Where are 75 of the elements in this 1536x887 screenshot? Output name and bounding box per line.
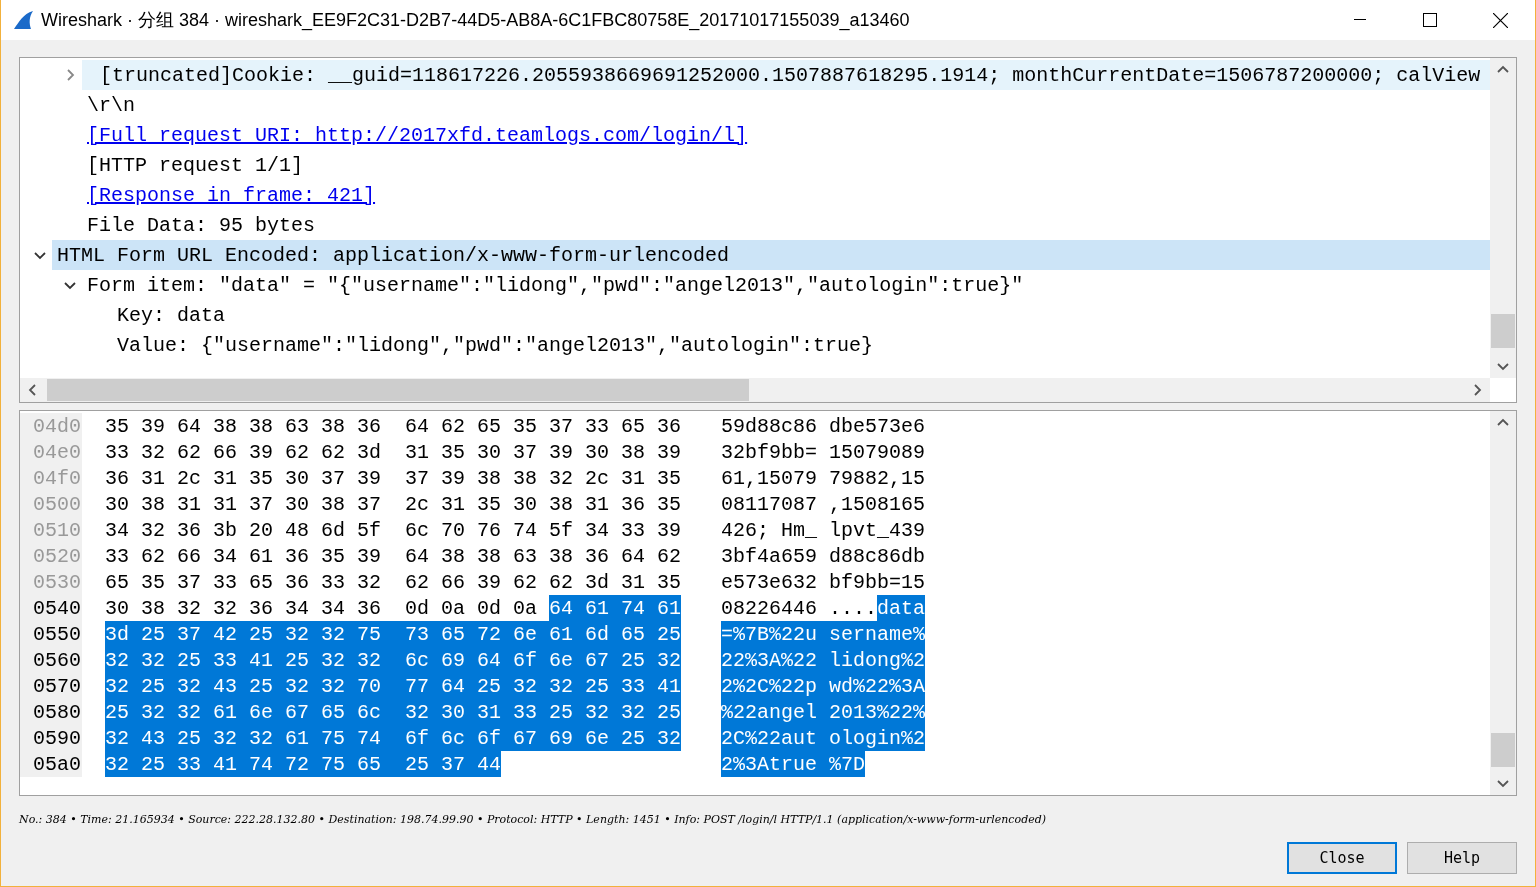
hex-bytes[interactable]: 36 31 2c 31 35 30 37 39 37 39 38 38 32 2c 31 35 (105, 465, 682, 491)
ascii-text[interactable]: 08226446 .... (721, 595, 878, 621)
ascii-text[interactable]: 61,15079 79882,15 (721, 465, 926, 491)
dialog-button[interactable]: Help (1407, 842, 1517, 874)
vertical-scrollbar[interactable] (1490, 411, 1516, 795)
ascii-text[interactable]: 22%3A%22 lidong%2 (721, 647, 926, 673)
expand-chevron-icon (64, 69, 76, 81)
collapse-chevron-icon (34, 249, 46, 261)
window-title: Wireshark · 分组 384 · wireshark_EE9F2C31-D2B7-44D5-AB8A-6C1FBC80758E_20171017155039_a13460 (41, 9, 910, 32)
vertical-scrollbar[interactable] (1490, 58, 1516, 378)
hex-bytes[interactable]: 32 25 33 41 74 72 75 65 25 37 44 (105, 751, 502, 777)
packet-summary: No.: 384 • Time: 21.165934 • Source: 222.28.132.80 • Destination: 198.74.99.90 • Protocol: HTTP • Length: 1451 • Info: POST /login/l HTTP/1.1 (application/x-www-form-urlencoded) (19, 813, 1048, 826)
hex-bytes[interactable]: 33 32 62 66 39 62 62 3d 31 35 30 37 39 30 38 39 (105, 439, 682, 465)
horizontal-scrollbar[interactable] (20, 378, 1490, 402)
tree-item[interactable]: Form item: "data" = "{"username":"lidong","pwd":"angel2013","autologin":true}" (82, 270, 1490, 300)
offset-label: 04e0 (20, 439, 82, 465)
ascii-text[interactable]: 2%3Atrue %7D (721, 751, 866, 777)
ascii-text[interactable]: data (877, 595, 926, 621)
offset-label: 04d0 (20, 413, 82, 439)
hex-bytes[interactable]: 34 32 36 3b 20 48 6d 5f 6c 70 76 74 5f 34 33 39 (105, 517, 682, 543)
hex-bytes[interactable]: 30 38 31 31 37 30 38 37 2c 31 35 30 38 31 36 35 (105, 491, 682, 517)
offset-label: 0580 (20, 699, 82, 725)
hex-bytes[interactable]: 25 32 32 61 6e 67 65 6c 32 30 31 33 25 32 32 25 (105, 699, 682, 725)
offset-label: 0560 (20, 647, 82, 673)
scroll-down-icon (1497, 777, 1509, 789)
offset-label: 0520 (20, 543, 82, 569)
ascii-text[interactable]: e573e632 bf9bb=15 (721, 569, 926, 595)
hex-bytes[interactable]: 32 43 25 32 32 61 75 74 6f 6c 6f 67 69 6e 25 32 (105, 725, 682, 751)
hex-bytes[interactable]: 65 35 37 33 65 36 33 32 62 66 39 62 62 3d 31 35 (105, 569, 682, 595)
hex-bytes[interactable]: 64 61 74 61 (549, 595, 682, 621)
ascii-text[interactable]: 2C%22aut ologin%2 (721, 725, 926, 751)
close-icon (1492, 12, 1508, 28)
offset-label: 0550 (20, 621, 82, 647)
minimize-icon (1354, 19, 1366, 21)
scrollbar-thumb[interactable] (47, 379, 749, 401)
ascii-text[interactable]: 08117087 ,1508165 (721, 491, 926, 517)
offset-label: 0540 (20, 595, 82, 621)
hex-bytes[interactable]: 3d 25 37 42 25 32 32 75 73 65 72 6e 61 6d 65 25 (105, 621, 682, 647)
ascii-text[interactable]: 426; Hm_ lpvt_439 (721, 517, 926, 543)
hex-bytes[interactable]: 30 38 32 32 36 34 34 36 0d 0a 0d 0a (105, 595, 550, 621)
shark-fin-icon (13, 10, 35, 30)
ascii-text[interactable]: 32bf9bb= 15079089 (721, 439, 926, 465)
ascii-text[interactable]: 59d88c86 dbe573e6 (721, 413, 926, 439)
offset-label: 0590 (20, 725, 82, 751)
ascii-text[interactable]: %22angel 2013%22% (721, 699, 926, 725)
hex-bytes[interactable]: 32 25 32 43 25 32 32 70 77 64 25 32 32 25 33 41 (105, 673, 682, 699)
maximize-icon (1423, 13, 1437, 27)
hex-bytes[interactable]: 33 62 66 34 61 36 35 39 64 38 38 63 38 36 64 62 (105, 543, 682, 569)
scroll-down-icon (1497, 360, 1509, 372)
hex-bytes[interactable]: 32 32 25 33 41 25 32 32 6c 69 64 6f 6e 67 25 32 (105, 647, 682, 673)
offset-label: 0500 (20, 491, 82, 517)
tree-item[interactable]: HTML Form URL Encoded: application/x-www-form-urlencoded (52, 240, 1490, 270)
scroll-left-icon (27, 384, 39, 396)
tree-item[interactable]: Key: data (112, 300, 1490, 330)
scroll-right-icon (1471, 384, 1483, 396)
ascii-text[interactable]: 2%2C%22p wd%22%3A (721, 673, 926, 699)
scrollbar-thumb[interactable] (1491, 733, 1515, 767)
tree-link[interactable]: [Full request URI: http://2017xfd.teamlogs.com/login/l] (82, 120, 1490, 150)
ascii-text[interactable]: =%7B%22u sername% (721, 621, 926, 647)
offset-label: 05a0 (20, 751, 82, 777)
offset-label: 0530 (20, 569, 82, 595)
tree-item[interactable]: \r\n (82, 90, 1490, 120)
ascii-text[interactable]: 3bf4a659 d88c86db (721, 543, 926, 569)
hex-bytes[interactable]: 35 39 64 38 38 63 38 36 64 62 65 35 37 33 65 36 (105, 413, 682, 439)
offset-label: 0510 (20, 517, 82, 543)
tree-item[interactable]: [truncated]Cookie: __guid=118617226.2055938669691252000.1507887618295.1914; monthCurrentDate=1506787200000; calView (82, 60, 1490, 90)
offset-label: 04f0 (20, 465, 82, 491)
scrollbar-thumb[interactable] (1491, 314, 1515, 348)
dialog-button[interactable]: Close (1287, 842, 1397, 874)
tree-link[interactable]: [Response in frame: 421] (82, 180, 1490, 210)
tree-item[interactable]: [HTTP request 1/1] (82, 150, 1490, 180)
offset-label: 0570 (20, 673, 82, 699)
tree-item[interactable]: Value: {"username":"lidong","pwd":"angel2013","autologin":true} (112, 330, 1490, 360)
collapse-chevron-icon (64, 279, 76, 291)
tree-item[interactable]: File Data: 95 bytes (82, 210, 1490, 240)
